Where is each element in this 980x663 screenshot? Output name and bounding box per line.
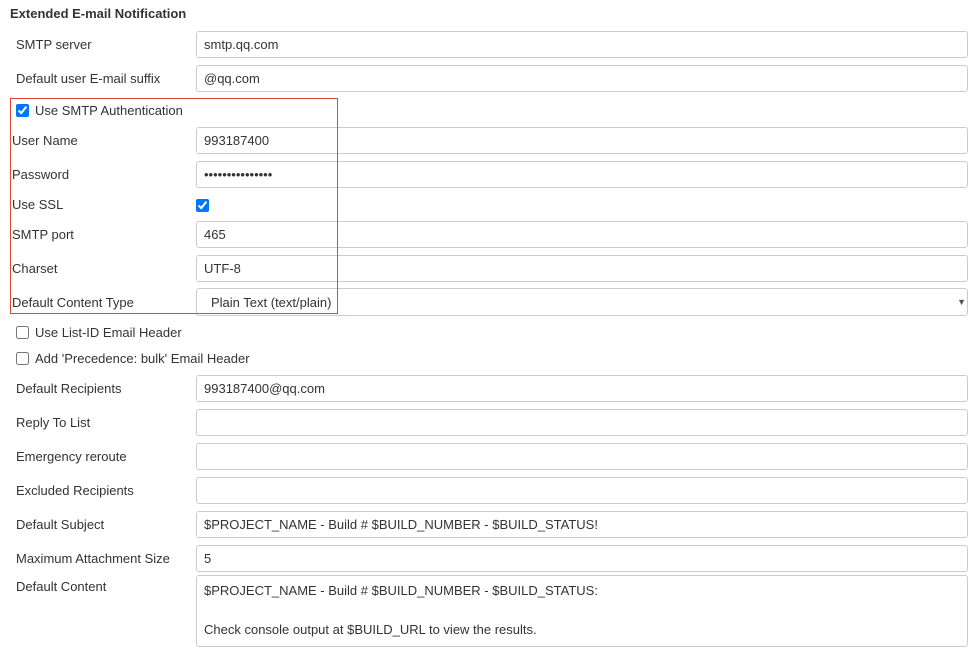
help-icon[interactable] — [971, 166, 974, 182]
add-precedence-checkbox[interactable] — [16, 352, 29, 365]
smtp-server-label: SMTP server — [6, 37, 196, 52]
add-precedence-label: Add 'Precedence: bulk' Email Header — [35, 351, 250, 366]
emergency-reroute-label: Emergency reroute — [6, 449, 196, 464]
help-icon[interactable] — [971, 581, 974, 597]
default-suffix-label: Default user E-mail suffix — [6, 71, 196, 86]
default-content-type-label: Default Content Type — [6, 295, 196, 310]
default-content-textarea[interactable] — [196, 575, 968, 647]
excluded-recipients-input[interactable] — [196, 477, 968, 504]
smtp-server-input[interactable] — [196, 31, 968, 58]
help-icon[interactable] — [971, 380, 974, 396]
use-smtp-auth-label: Use SMTP Authentication — [35, 103, 183, 118]
user-name-input[interactable] — [196, 127, 968, 154]
default-subject-label: Default Subject — [6, 517, 196, 532]
smtp-port-input[interactable] — [196, 221, 968, 248]
max-attachment-size-input[interactable] — [196, 545, 968, 572]
use-ssl-label: Use SSL — [6, 197, 196, 212]
excluded-recipients-label: Excluded Recipients — [6, 483, 196, 498]
password-label: Password — [6, 167, 196, 182]
help-icon[interactable] — [971, 516, 974, 532]
section-title: Extended E-mail Notification — [6, 6, 974, 21]
help-icon[interactable] — [971, 294, 974, 310]
help-icon[interactable] — [971, 482, 974, 498]
use-list-id-label: Use List-ID Email Header — [35, 325, 182, 340]
help-icon[interactable] — [971, 226, 974, 242]
default-recipients-input[interactable] — [196, 375, 968, 402]
use-smtp-auth-checkbox[interactable] — [16, 104, 29, 117]
password-input[interactable] — [196, 161, 968, 188]
help-icon[interactable] — [971, 322, 974, 338]
reply-to-list-label: Reply To List — [6, 415, 196, 430]
use-list-id-checkbox[interactable] — [16, 326, 29, 339]
smtp-port-label: SMTP port — [6, 227, 196, 242]
default-recipients-label: Default Recipients — [6, 381, 196, 396]
default-content-type-select[interactable]: Plain Text (text/plain) — [196, 288, 968, 316]
default-suffix-input[interactable] — [196, 65, 968, 92]
max-attachment-size-label: Maximum Attachment Size — [6, 551, 196, 566]
user-name-label: User Name — [6, 133, 196, 148]
reply-to-list-input[interactable] — [196, 409, 968, 436]
help-icon[interactable] — [971, 260, 974, 276]
default-content-label: Default Content — [6, 575, 196, 594]
emergency-reroute-input[interactable] — [196, 443, 968, 470]
help-icon[interactable] — [971, 132, 974, 148]
help-icon[interactable] — [971, 414, 974, 430]
charset-input[interactable] — [196, 255, 968, 282]
charset-label: Charset — [6, 261, 196, 276]
default-subject-input[interactable] — [196, 511, 968, 538]
help-icon[interactable] — [971, 550, 974, 566]
help-icon[interactable] — [971, 36, 974, 52]
help-icon[interactable] — [971, 196, 974, 212]
use-ssl-checkbox[interactable] — [196, 199, 209, 212]
help-icon[interactable] — [971, 448, 974, 464]
help-icon[interactable] — [971, 70, 974, 86]
